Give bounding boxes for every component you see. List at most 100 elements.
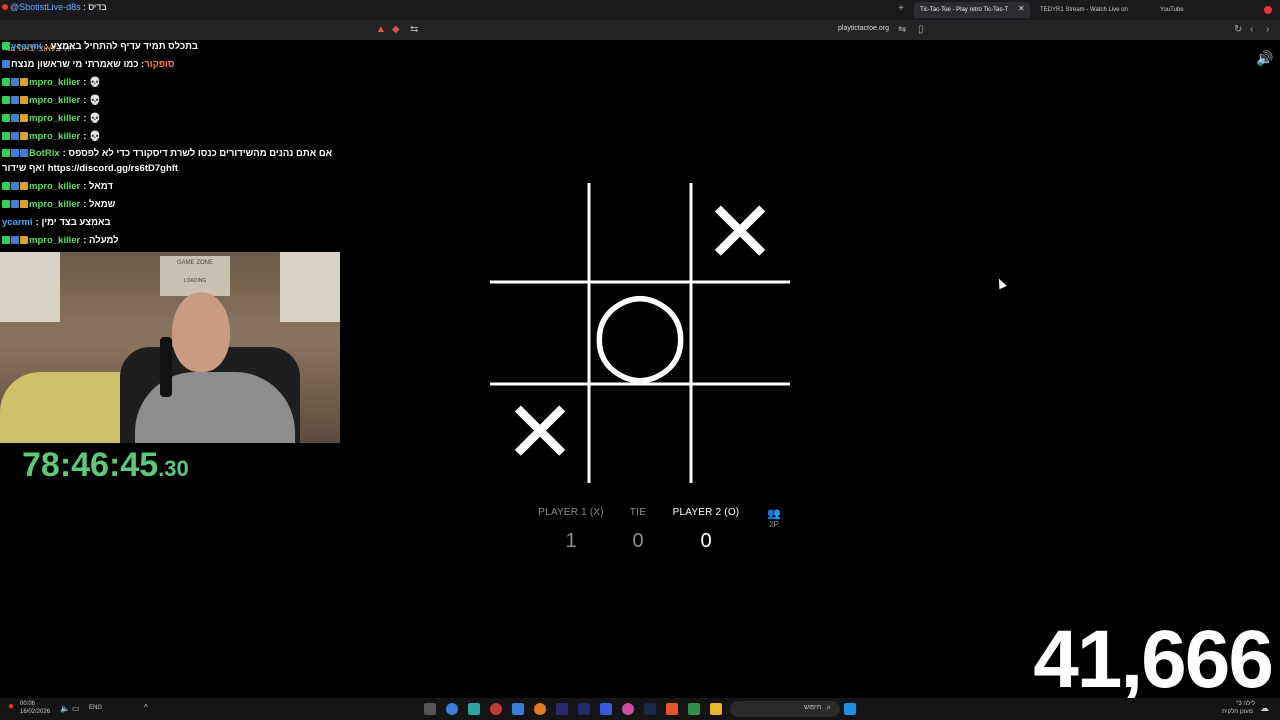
brave-shield-icon[interactable]: ▲ [376,24,386,36]
taskbar-app-icon[interactable] [534,703,546,715]
score-player1: PLAYER 1 (X) 1 [536,507,606,553]
board-cell[interactable]: ✕ [690,183,790,283]
chat-message: mpro_killer: 💀 [2,74,342,92]
webcam-window-right [280,252,340,322]
translate-icon[interactable]: ⇋ [898,24,906,36]
chat-username[interactable]: mpro_killer [29,235,80,246]
chat-username[interactable]: ycarmi [11,41,42,52]
player-mode-button[interactable]: 👥 2P [764,507,784,535]
extension-icon[interactable]: ◆ [392,24,400,36]
board-cell[interactable] [690,283,790,383]
chat-badge-icon [11,236,19,244]
board-cell[interactable] [490,283,590,383]
chat-text: : דמאל [83,181,113,192]
taskbar-app-icon[interactable] [512,703,524,715]
share-icon[interactable]: ⇆ [410,24,418,36]
chat-badge-icon [20,132,28,140]
live-dot-icon [2,4,8,10]
chat-message: ycarmi: בתכלס תמיד עדיף להתחיל באמצע [2,38,342,56]
chat-header-text: : בדיס [83,2,107,12]
browser-tab-bar: @SbotistLive-d8s : בדיס + Tic-Tac-Toe - … [0,0,1280,20]
taskbar-app-icon[interactable] [644,703,656,715]
chat-header-user: @SbotistLive-d8s [10,2,81,12]
chat-username[interactable]: mpro_killer [29,95,80,106]
windows-start-icon[interactable] [844,703,856,715]
taskbar-app-icon[interactable] [666,703,678,715]
tab-label: YouTube [1160,7,1184,13]
chat-username[interactable]: ycarmi [2,217,33,228]
chat-badge-icon [20,236,28,244]
score-value: 1 [565,530,577,552]
speaker-icon[interactable]: 🔈 [60,704,70,713]
chat-badge-icon [20,182,28,190]
chat-username[interactable]: mpro_killer [29,181,80,192]
taskbar-app-icon[interactable] [622,703,634,715]
score-label: PLAYER 2 (O) [672,507,740,518]
taskbar-app-icon[interactable] [446,703,458,715]
tab-label: Tic-Tac-Toe - Play retro Tic-Tac-T [920,7,1009,13]
o-mark-icon: ◯ [591,283,689,383]
taskbar-app-icon[interactable] [710,703,722,715]
board-cell[interactable] [690,383,790,483]
board-cell[interactable] [590,383,690,483]
network-icon[interactable]: ▭ [72,704,80,713]
taskbar-time: 00:06 [20,701,36,707]
weather-icon: ☁ [1260,703,1269,713]
tab-youtube[interactable]: YouTube [1154,2,1214,18]
tab-close-icon[interactable]: ✕ [1018,4,1025,13]
board-cell[interactable] [490,183,590,283]
chat-badge-icon [2,96,10,104]
taskbar-app-icon[interactable] [578,703,590,715]
chat-username[interactable]: mpro_killer [29,199,80,210]
notification-icon[interactable]: ● [8,701,14,712]
chat-message: ycarmi: באמצע בצד ימין [2,214,342,232]
board-cell[interactable]: ✕ [490,383,590,483]
new-tab-button[interactable]: + [898,3,904,14]
bookmark-icon[interactable]: ▯ [918,24,924,36]
score-label: TIE [629,507,647,518]
chat-badge-icon [11,132,19,140]
chat-username[interactable]: mpro_killer [29,77,80,88]
url-field[interactable]: playtictactoe.org [838,25,889,32]
tab-tic-tac-toe[interactable]: Tic-Tac-Toe - Play retro Tic-Tac-T [914,2,1030,18]
chat-badge-icon [2,132,10,140]
taskbar-app-icon[interactable] [490,703,502,715]
search-icon: ⌕ [826,702,832,712]
taskbar-app-icon[interactable] [556,703,568,715]
chat-message: mpro_killer: שמאל [2,196,342,214]
chat-badge-icon [20,96,28,104]
chat-badge-icon [20,78,28,86]
chat-username[interactable]: mpro_killer [29,113,80,124]
volume-icon[interactable]: 🔊 [1256,50,1273,67]
chat-username[interactable]: BotRix [29,148,60,159]
timer-fraction: .30 [158,456,189,481]
taskbar-app-icon[interactable] [688,703,700,715]
chat-username[interactable]: סופקור [144,59,174,70]
mouse-cursor-icon [995,276,1007,290]
reload-icon[interactable]: ↻ [1234,24,1242,36]
language-indicator[interactable]: ENG [89,705,102,711]
webcam-feed: GAME ZONE LOADING [0,252,340,443]
back-icon[interactable]: ‹ [1250,24,1253,36]
x-mark-icon: ✕ [703,183,777,283]
tab-stream[interactable]: TEDYR1 Stream - Watch Live on [1034,2,1144,18]
x-mark-icon: ✕ [503,383,577,483]
record-icon [1264,6,1272,14]
chat-text: : בתכלס תמיד עדיף להתחיל באמצע [44,41,198,52]
score-tie: TIE 0 [618,507,658,553]
forward-icon[interactable]: › [1266,24,1269,36]
chat-badge-icon [11,96,19,104]
chat-badge-icon [2,114,10,122]
taskbar-app-icon[interactable] [468,703,480,715]
tray-chevron-icon[interactable]: ^ [144,703,148,712]
taskbar-app-icon[interactable] [600,703,612,715]
chat-message: סופקור: כמו שאמרתי מי שראשון מנצח [2,56,342,74]
chat-header: @SbotistLive-d8s : בדיס [0,2,107,16]
board-cell[interactable]: ◯ [590,283,690,383]
taskbar-search[interactable]: חיפוש ⌕ [730,701,840,717]
taskbar-app-icon[interactable] [424,703,436,715]
players-icon: 👥 [767,508,781,520]
chat-username[interactable]: mpro_killer [29,131,80,142]
board-cell[interactable] [590,183,690,283]
score-player2: PLAYER 2 (O) 0 [670,507,742,553]
